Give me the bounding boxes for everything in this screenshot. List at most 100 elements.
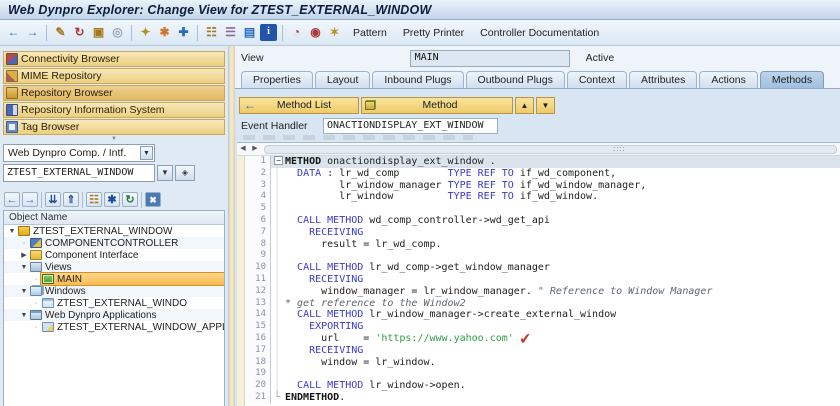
test-icon[interactable]: ✱ [156,24,173,41]
code-line-content[interactable]: │ result = lr_wd_comp. [271,239,840,251]
tree-hierarchy-icon[interactable]: ☷ [86,192,102,207]
hscroll-track[interactable]: ∷∷ [264,145,837,154]
expander-icon[interactable]: ▼ [19,288,29,295]
refresh-icon[interactable]: ↻ [71,24,88,41]
editor-hscrollbar[interactable]: ◀ ▶ ∷∷ [237,143,840,156]
expander-icon[interactable]: ▼ [19,312,29,319]
debugger-icon[interactable]: ◉ [307,24,324,41]
tab-methods[interactable]: Methods [760,71,824,88]
expander-icon[interactable]: · [31,300,41,307]
tab-context[interactable]: Context [567,71,627,88]
code-line-content[interactable]: │ RECEIVING [271,345,840,357]
tree-item-ztest-external-window[interactable]: ▼ZTEST_EXTERNAL_WINDOW [4,225,224,237]
tree-back-icon[interactable]: ← [4,192,20,207]
panel-resize-handle[interactable]: ▼ [3,136,225,143]
code-line-content[interactable]: │ RECEIVING [271,227,840,239]
info-icon[interactable]: i [260,24,277,41]
code-line-content[interactable]: │ [271,250,840,262]
event-handler-field[interactable]: ONACTIONDISPLAY_EXT_WINDOW [323,118,498,134]
component-icon [18,226,30,236]
toolbar-button-pattern[interactable]: Pattern [346,25,394,41]
expander-icon[interactable]: ▶ [19,251,29,259]
tree-item-ztest-external-window-appl[interactable]: ·ZTEST_EXTERNAL_WINDOW_APPL [4,321,224,333]
workbench-icon[interactable]: ☰ [222,24,239,41]
code-line-content[interactable]: │ lr_window_manager TYPE REF TO if_wd_wi… [271,180,840,192]
sidebar-item-tag-browser[interactable]: Tag Browser [3,119,225,135]
object-history-dropdown-button[interactable]: ▼ [157,165,173,181]
toolbar-button-controller-documentation[interactable]: Controller Documentation [473,25,606,41]
previous-method-button[interactable]: ▲ [515,97,534,114]
code-line-content[interactable]: │ RECEIVING [271,274,840,286]
fullscreen-icon[interactable]: ▤ [241,24,258,41]
sidebar-item-repository-information-system[interactable]: Repository Information System [3,102,225,118]
tab-inbound-plugs[interactable]: Inbound Plugs [372,71,463,88]
code-line-content[interactable]: │ url = 'https://www.yahoo.com' ✔ [271,333,840,345]
object-tree-panel: Object Name ▼ZTEST_EXTERNAL_WINDOW·COMPO… [3,210,225,406]
sidebar-item-repository-browser[interactable]: Repository Browser [3,85,225,101]
navigation-icon[interactable]: ✚ [175,24,192,41]
favorites-icon[interactable]: ✱ [104,192,120,207]
code-line-content[interactable]: └ENDMETHOD. [271,392,840,404]
expander-icon[interactable]: · [31,276,41,283]
code-line-content[interactable]: │ window = lr_window. [271,357,840,369]
back-icon[interactable]: ← [5,24,22,41]
activate-icon[interactable]: ✦ [137,24,154,41]
expander-icon[interactable]: ▼ [7,228,17,235]
tab-outbound-plugs[interactable]: Outbound Plugs [466,71,565,88]
breakpoint-margin[interactable] [237,156,245,406]
tree-refresh-icon[interactable]: ↻ [122,192,138,207]
tab-properties[interactable]: Properties [241,71,313,88]
sidebar-item-connectivity-browser[interactable]: Connectivity Browser [3,51,225,67]
expand-icon[interactable]: ⇑ [63,192,79,207]
category-dropdown[interactable]: Web Dynpro Comp. / Intf. ▼ [3,144,155,162]
scroll-right-icon[interactable]: ▶ [249,144,261,155]
tree-close-icon[interactable]: ✖ [145,192,161,207]
tree-item-views[interactable]: ▼Views [4,261,224,273]
scroll-left-icon[interactable]: ◀ [237,144,249,155]
tab-layout[interactable]: Layout [315,71,371,88]
tree-item-ztest-external-windo[interactable]: ·ZTEST_EXTERNAL_WINDO [4,297,224,309]
chevron-down-icon[interactable]: ▼ [140,146,153,160]
code-line-content[interactable]: │ [271,368,840,380]
expander-icon[interactable]: · [19,240,29,247]
object-list-icon[interactable]: ☷ [203,24,220,41]
view-name-field[interactable]: MAIN [410,50,570,67]
forward-icon[interactable]: → [24,24,41,41]
copy-object-icon[interactable]: ▣ [90,24,107,41]
tree-item-main[interactable]: ·MAIN [4,273,224,285]
fold-marker-icon[interactable]: − [274,156,285,168]
code-line-content[interactable]: │ CALL METHOD wd_comp_controller->wd_get… [271,215,840,227]
collapse-all-icon[interactable]: ⇊ [45,192,61,207]
object-name-input[interactable]: ZTEST_EXTERNAL_WINDOW [3,164,155,182]
display-object-button[interactable]: ◈ [175,165,195,181]
toolbar-button-pretty-printer[interactable]: Pretty Printer [396,25,471,41]
sidebar-item-mime-repository[interactable]: MIME Repository [3,68,225,84]
code-line-content[interactable]: │ DATA : lr_wd_comp TYPE REF TO if_wd_co… [271,168,840,180]
code-line-content[interactable]: │ window_manager = lr_window_manager. " … [271,286,840,298]
expander-icon[interactable]: ▼ [19,264,29,271]
expander-icon[interactable]: · [31,324,41,331]
tab-actions[interactable]: Actions [699,71,757,88]
tree-forward-icon[interactable]: → [22,192,38,207]
next-method-button[interactable]: ▼ [536,97,555,114]
tree-item-componentcontroller[interactable]: ·COMPONENTCONTROLLER [4,237,224,249]
method-list-button[interactable]: ← Method List [239,97,359,114]
inactive-objects-icon[interactable]: ◎ [109,24,126,41]
pattern-wand-icon[interactable]: ✶ [326,24,343,41]
hscroll-grip[interactable]: ∷∷ [613,146,625,153]
code-line-content[interactable]: −METHOD onactiondisplay_ext_window . [271,156,840,168]
runtime-analysis-icon[interactable]: ◔ [288,24,305,41]
display-change-icon[interactable]: ✎ [52,24,69,41]
tree-item-windows[interactable]: ▼Windows [4,285,224,297]
tab-attributes[interactable]: Attributes [629,71,697,88]
code-line-content[interactable]: │ CALL METHOD lr_wd_comp->get_window_man… [271,262,840,274]
tree-item-component-interface[interactable]: ▶Component Interface [4,249,224,261]
code-line-content[interactable]: │ lr_window TYPE REF TO if_wd_window. [271,191,840,203]
code-line-content[interactable]: │ EXPORTING [271,321,840,333]
tree-item-web-dynpro-applications[interactable]: ▼Web Dynpro Applications [4,309,224,321]
code-line-content[interactable]: │* get reference to the Window2 [271,298,840,310]
code-line-content[interactable]: │ CALL METHOD lr_window_manager->create_… [271,309,840,321]
code-line-content[interactable]: │ [271,203,840,215]
code-line-content[interactable]: │ CALL METHOD lr_window->open. [271,380,840,392]
method-button[interactable]: Method [361,97,513,114]
